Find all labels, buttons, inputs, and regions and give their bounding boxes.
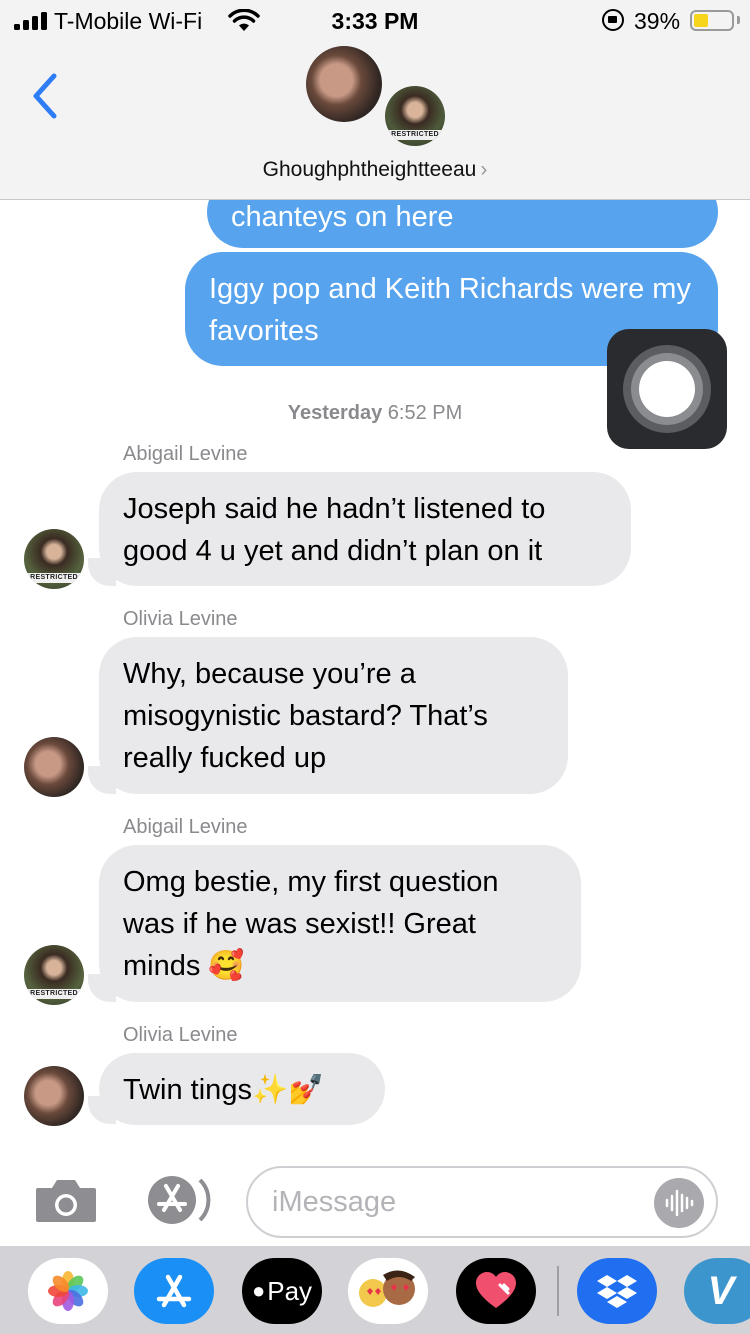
battery-level (694, 14, 708, 27)
imessage-field[interactable] (246, 1166, 718, 1238)
status-bar: T-Mobile Wi-Fi 3:33 PM 39% (0, 0, 750, 40)
app-store-drawer-icon[interactable] (134, 1258, 214, 1324)
orientation-lock-icon (602, 9, 624, 31)
incoming-message[interactable]: Why, because you’re a misogynistic basta… (99, 637, 568, 794)
venmo-label: V (707, 1268, 735, 1313)
incoming-message[interactable]: Omg bestie, my first question was if he … (99, 845, 581, 1002)
message-text: Joseph said he hadn’t listened to good 4… (123, 493, 546, 567)
sender-avatar[interactable]: RESTRICTED (24, 945, 84, 1005)
contact-name-button[interactable]: Ghoughphtheightteeau › (0, 158, 750, 182)
contact-name: Ghoughphtheightteeau (262, 158, 477, 181)
compose-bar (0, 1152, 750, 1246)
contact-avatar-primary[interactable] (306, 46, 382, 122)
timestamp-time: 6:52 PM (387, 402, 463, 424)
assistive-core (639, 361, 695, 417)
photos-flower-icon (48, 1271, 88, 1311)
back-chevron-icon[interactable] (26, 68, 66, 124)
conversation-header: RESTRICTED Ghoughphtheightteeau › (0, 40, 750, 200)
waveform-icon (665, 1189, 694, 1217)
battery-icon (690, 10, 734, 31)
battery-tip (737, 16, 740, 24)
dropbox-icon[interactable] (577, 1258, 657, 1324)
sender-name: Olivia Levine (123, 608, 238, 630)
chevron-right-icon: › (480, 158, 488, 181)
battery-percentage: 39% (634, 8, 681, 34)
avatar-badge: RESTRICTED (24, 573, 84, 583)
apple-pay-label: Pay (267, 1275, 313, 1306)
venmo-icon[interactable]: V (684, 1258, 750, 1324)
dropbox-logo-icon (597, 1275, 637, 1308)
timestamp-day: Yesterday (287, 402, 383, 424)
photos-app-icon[interactable] (28, 1258, 108, 1324)
message-text: Omg bestie, my first question was if he … (123, 866, 499, 982)
incoming-message[interactable]: Joseph said he hadn’t listened to good 4… (99, 472, 631, 586)
drawer-separator (557, 1266, 559, 1316)
avatar-badge: RESTRICTED (24, 989, 84, 999)
heart-icon (476, 1272, 516, 1308)
sender-avatar[interactable]: RESTRICTED (24, 529, 84, 589)
message-input[interactable] (272, 1182, 642, 1222)
sender-name: Abigail Levine (123, 443, 248, 465)
incoming-message[interactable]: Twin tings✨💅 (99, 1053, 385, 1125)
message-text: chanteys on here (231, 201, 454, 233)
app-drawer: ● Pay V (0, 1246, 750, 1334)
message-text: Twin tings✨💅 (123, 1074, 325, 1106)
message-text: Why, because you’re a misogynistic basta… (123, 658, 488, 774)
audio-message-button[interactable] (654, 1178, 704, 1228)
digital-touch-icon[interactable] (456, 1258, 536, 1324)
sender-avatar[interactable] (24, 1066, 84, 1126)
sender-name: Olivia Levine (123, 1024, 238, 1046)
avatar-badge: RESTRICTED (385, 130, 445, 140)
apple-logo-icon: ● (251, 1278, 266, 1303)
app-store-a-icon (156, 1274, 192, 1308)
contact-avatar-secondary[interactable]: RESTRICTED (385, 86, 445, 146)
app-store-icon[interactable] (140, 1174, 212, 1226)
camera-icon[interactable] (34, 1178, 98, 1224)
sender-name: Abigail Levine (123, 816, 248, 838)
memoji-stickers-icon[interactable] (348, 1258, 428, 1324)
assistive-touch-button[interactable] (607, 329, 727, 449)
sender-avatar[interactable] (24, 737, 84, 797)
apple-pay-icon[interactable]: ● Pay (242, 1258, 322, 1324)
memoji-faces-icon (359, 1270, 415, 1307)
